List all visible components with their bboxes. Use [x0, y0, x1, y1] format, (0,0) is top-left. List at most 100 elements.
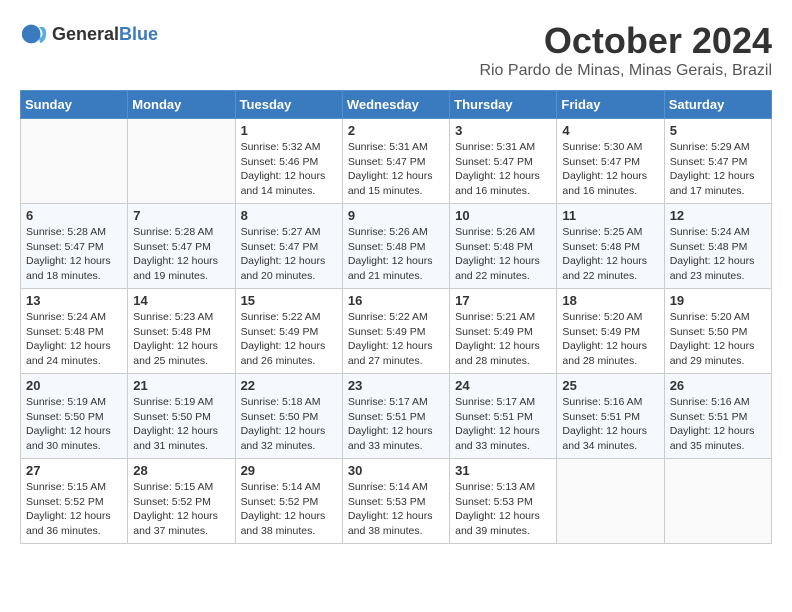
weekday-header-friday: Friday — [557, 91, 664, 119]
day-number: 11 — [562, 208, 658, 223]
day-number: 30 — [348, 463, 444, 478]
calendar-cell — [664, 459, 771, 544]
calendar-cell: 9 Sunrise: 5:26 AM Sunset: 5:48 PM Daylig… — [342, 204, 449, 289]
month-title: October 2024 — [479, 20, 772, 62]
calendar-cell: 28 Sunrise: 5:15 AM Sunset: 5:52 PM Dayli… — [128, 459, 235, 544]
day-info: Sunrise: 5:16 AM Sunset: 5:51 PM Dayligh… — [562, 395, 658, 454]
calendar-cell: 31 Sunrise: 5:13 AM Sunset: 5:53 PM Dayli… — [450, 459, 557, 544]
day-number: 13 — [26, 293, 122, 308]
calendar-cell — [557, 459, 664, 544]
day-number: 15 — [241, 293, 337, 308]
calendar-cell: 15 Sunrise: 5:22 AM Sunset: 5:49 PM Dayli… — [235, 289, 342, 374]
day-info: Sunrise: 5:32 AM Sunset: 5:46 PM Dayligh… — [241, 140, 337, 199]
day-number: 25 — [562, 378, 658, 393]
day-number: 9 — [348, 208, 444, 223]
page-header: GeneralBlue October 2024 Rio Pardo de Mi… — [20, 20, 772, 80]
day-number: 5 — [670, 123, 766, 138]
day-number: 12 — [670, 208, 766, 223]
calendar-cell: 22Sunrise: 5:18 AM Sunset: 5:50 PM Dayli… — [235, 374, 342, 459]
calendar-cell — [21, 119, 128, 204]
day-info: Sunrise: 5:24 AM Sunset: 5:48 PM Dayligh… — [26, 310, 122, 369]
day-info: Sunrise: 5:30 AM Sunset: 5:47 PM Dayligh… — [562, 140, 658, 199]
day-info: Sunrise: 5:15 AM Sunset: 5:52 PM Dayligh… — [133, 480, 229, 539]
logo-text: GeneralBlue — [52, 24, 158, 45]
calendar-cell: 23 Sunrise: 5:17 AM Sunset: 5:51 PM Dayli… — [342, 374, 449, 459]
day-info: Sunrise: 5:17 AM Sunset: 5:51 PM Dayligh… — [348, 395, 444, 454]
calendar-cell: 24 Sunrise: 5:17 AM Sunset: 5:51 PM Dayli… — [450, 374, 557, 459]
logo: GeneralBlue — [20, 20, 158, 48]
calendar-cell: 30 Sunrise: 5:14 AM Sunset: 5:53 PM Dayli… — [342, 459, 449, 544]
location-title: Rio Pardo de Minas, Minas Gerais, Brazil — [479, 62, 772, 80]
day-info: Sunrise: 5:26 AM Sunset: 5:48 PM Dayligh… — [348, 225, 444, 284]
title-block: October 2024 Rio Pardo de Minas, Minas G… — [479, 20, 772, 80]
day-number: 21 — [133, 378, 229, 393]
day-number: 24 — [455, 378, 551, 393]
calendar-cell — [128, 119, 235, 204]
calendar-cell: 19 Sunrise: 5:20 AM Sunset: 5:50 PM Dayli… — [664, 289, 771, 374]
day-info: Sunrise: 5:20 AM Sunset: 5:50 PM Dayligh… — [670, 310, 766, 369]
day-info: Sunrise: 5:16 AM Sunset: 5:51 PM Dayligh… — [670, 395, 766, 454]
calendar-cell: 12Sunrise: 5:24 AM Sunset: 5:48 PM Dayli… — [664, 204, 771, 289]
day-number: 20 — [26, 378, 122, 393]
calendar-cell: 7Sunrise: 5:28 AM Sunset: 5:47 PM Daylig… — [128, 204, 235, 289]
day-info: Sunrise: 5:19 AM Sunset: 5:50 PM Dayligh… — [133, 395, 229, 454]
calendar-cell: 20 Sunrise: 5:19 AM Sunset: 5:50 PM Dayli… — [21, 374, 128, 459]
day-number: 29 — [241, 463, 337, 478]
calendar-cell: 13 Sunrise: 5:24 AM Sunset: 5:48 PM Dayli… — [21, 289, 128, 374]
day-number: 17 — [455, 293, 551, 308]
calendar-cell: 3Sunrise: 5:31 AM Sunset: 5:47 PM Daylig… — [450, 119, 557, 204]
weekday-header-monday: Monday — [128, 91, 235, 119]
calendar-cell: 16Sunrise: 5:22 AM Sunset: 5:49 PM Dayli… — [342, 289, 449, 374]
day-info: Sunrise: 5:13 AM Sunset: 5:53 PM Dayligh… — [455, 480, 551, 539]
day-info: Sunrise: 5:19 AM Sunset: 5:50 PM Dayligh… — [26, 395, 122, 454]
day-info: Sunrise: 5:21 AM Sunset: 5:49 PM Dayligh… — [455, 310, 551, 369]
calendar-cell: 14 Sunrise: 5:23 AM Sunset: 5:48 PM Dayli… — [128, 289, 235, 374]
calendar-cell: 4 Sunrise: 5:30 AM Sunset: 5:47 PM Daylig… — [557, 119, 664, 204]
day-info: Sunrise: 5:15 AM Sunset: 5:52 PM Dayligh… — [26, 480, 122, 539]
weekday-header-tuesday: Tuesday — [235, 91, 342, 119]
calendar-cell: 18 Sunrise: 5:20 AM Sunset: 5:49 PM Dayli… — [557, 289, 664, 374]
day-number: 1 — [241, 123, 337, 138]
day-info: Sunrise: 5:23 AM Sunset: 5:48 PM Dayligh… — [133, 310, 229, 369]
weekday-header-saturday: Saturday — [664, 91, 771, 119]
calendar-cell: 29Sunrise: 5:14 AM Sunset: 5:52 PM Dayli… — [235, 459, 342, 544]
day-number: 4 — [562, 123, 658, 138]
calendar-cell: 6Sunrise: 5:28 AM Sunset: 5:47 PM Daylig… — [21, 204, 128, 289]
day-number: 8 — [241, 208, 337, 223]
calendar-cell: 2Sunrise: 5:31 AM Sunset: 5:47 PM Daylig… — [342, 119, 449, 204]
day-number: 16 — [348, 293, 444, 308]
day-info: Sunrise: 5:28 AM Sunset: 5:47 PM Dayligh… — [133, 225, 229, 284]
calendar-cell: 1 Sunrise: 5:32 AM Sunset: 5:46 PM Daylig… — [235, 119, 342, 204]
calendar-cell: 10Sunrise: 5:26 AM Sunset: 5:48 PM Dayli… — [450, 204, 557, 289]
logo-icon — [20, 20, 48, 48]
day-info: Sunrise: 5:22 AM Sunset: 5:49 PM Dayligh… — [241, 310, 337, 369]
day-info: Sunrise: 5:31 AM Sunset: 5:47 PM Dayligh… — [455, 140, 551, 199]
day-info: Sunrise: 5:14 AM Sunset: 5:53 PM Dayligh… — [348, 480, 444, 539]
day-number: 31 — [455, 463, 551, 478]
day-number: 19 — [670, 293, 766, 308]
day-info: Sunrise: 5:27 AM Sunset: 5:47 PM Dayligh… — [241, 225, 337, 284]
day-info: Sunrise: 5:25 AM Sunset: 5:48 PM Dayligh… — [562, 225, 658, 284]
weekday-header-thursday: Thursday — [450, 91, 557, 119]
day-number: 18 — [562, 293, 658, 308]
weekday-header-wednesday: Wednesday — [342, 91, 449, 119]
calendar-table: SundayMondayTuesdayWednesdayThursdayFrid… — [20, 90, 772, 544]
day-info: Sunrise: 5:28 AM Sunset: 5:47 PM Dayligh… — [26, 225, 122, 284]
calendar-cell: 26 Sunrise: 5:16 AM Sunset: 5:51 PM Dayli… — [664, 374, 771, 459]
calendar-cell: 17 Sunrise: 5:21 AM Sunset: 5:49 PM Dayli… — [450, 289, 557, 374]
day-number: 28 — [133, 463, 229, 478]
day-number: 10 — [455, 208, 551, 223]
calendar-cell: 11 Sunrise: 5:25 AM Sunset: 5:48 PM Dayli… — [557, 204, 664, 289]
day-info: Sunrise: 5:31 AM Sunset: 5:47 PM Dayligh… — [348, 140, 444, 199]
calendar-cell: 27Sunrise: 5:15 AM Sunset: 5:52 PM Dayli… — [21, 459, 128, 544]
day-number: 23 — [348, 378, 444, 393]
day-info: Sunrise: 5:20 AM Sunset: 5:49 PM Dayligh… — [562, 310, 658, 369]
day-info: Sunrise: 5:29 AM Sunset: 5:47 PM Dayligh… — [670, 140, 766, 199]
day-info: Sunrise: 5:17 AM Sunset: 5:51 PM Dayligh… — [455, 395, 551, 454]
day-number: 26 — [670, 378, 766, 393]
calendar-cell: 5 Sunrise: 5:29 AM Sunset: 5:47 PM Daylig… — [664, 119, 771, 204]
calendar-cell: 8 Sunrise: 5:27 AM Sunset: 5:47 PM Daylig… — [235, 204, 342, 289]
calendar-cell: 25 Sunrise: 5:16 AM Sunset: 5:51 PM Dayli… — [557, 374, 664, 459]
day-number: 14 — [133, 293, 229, 308]
day-info: Sunrise: 5:18 AM Sunset: 5:50 PM Dayligh… — [241, 395, 337, 454]
